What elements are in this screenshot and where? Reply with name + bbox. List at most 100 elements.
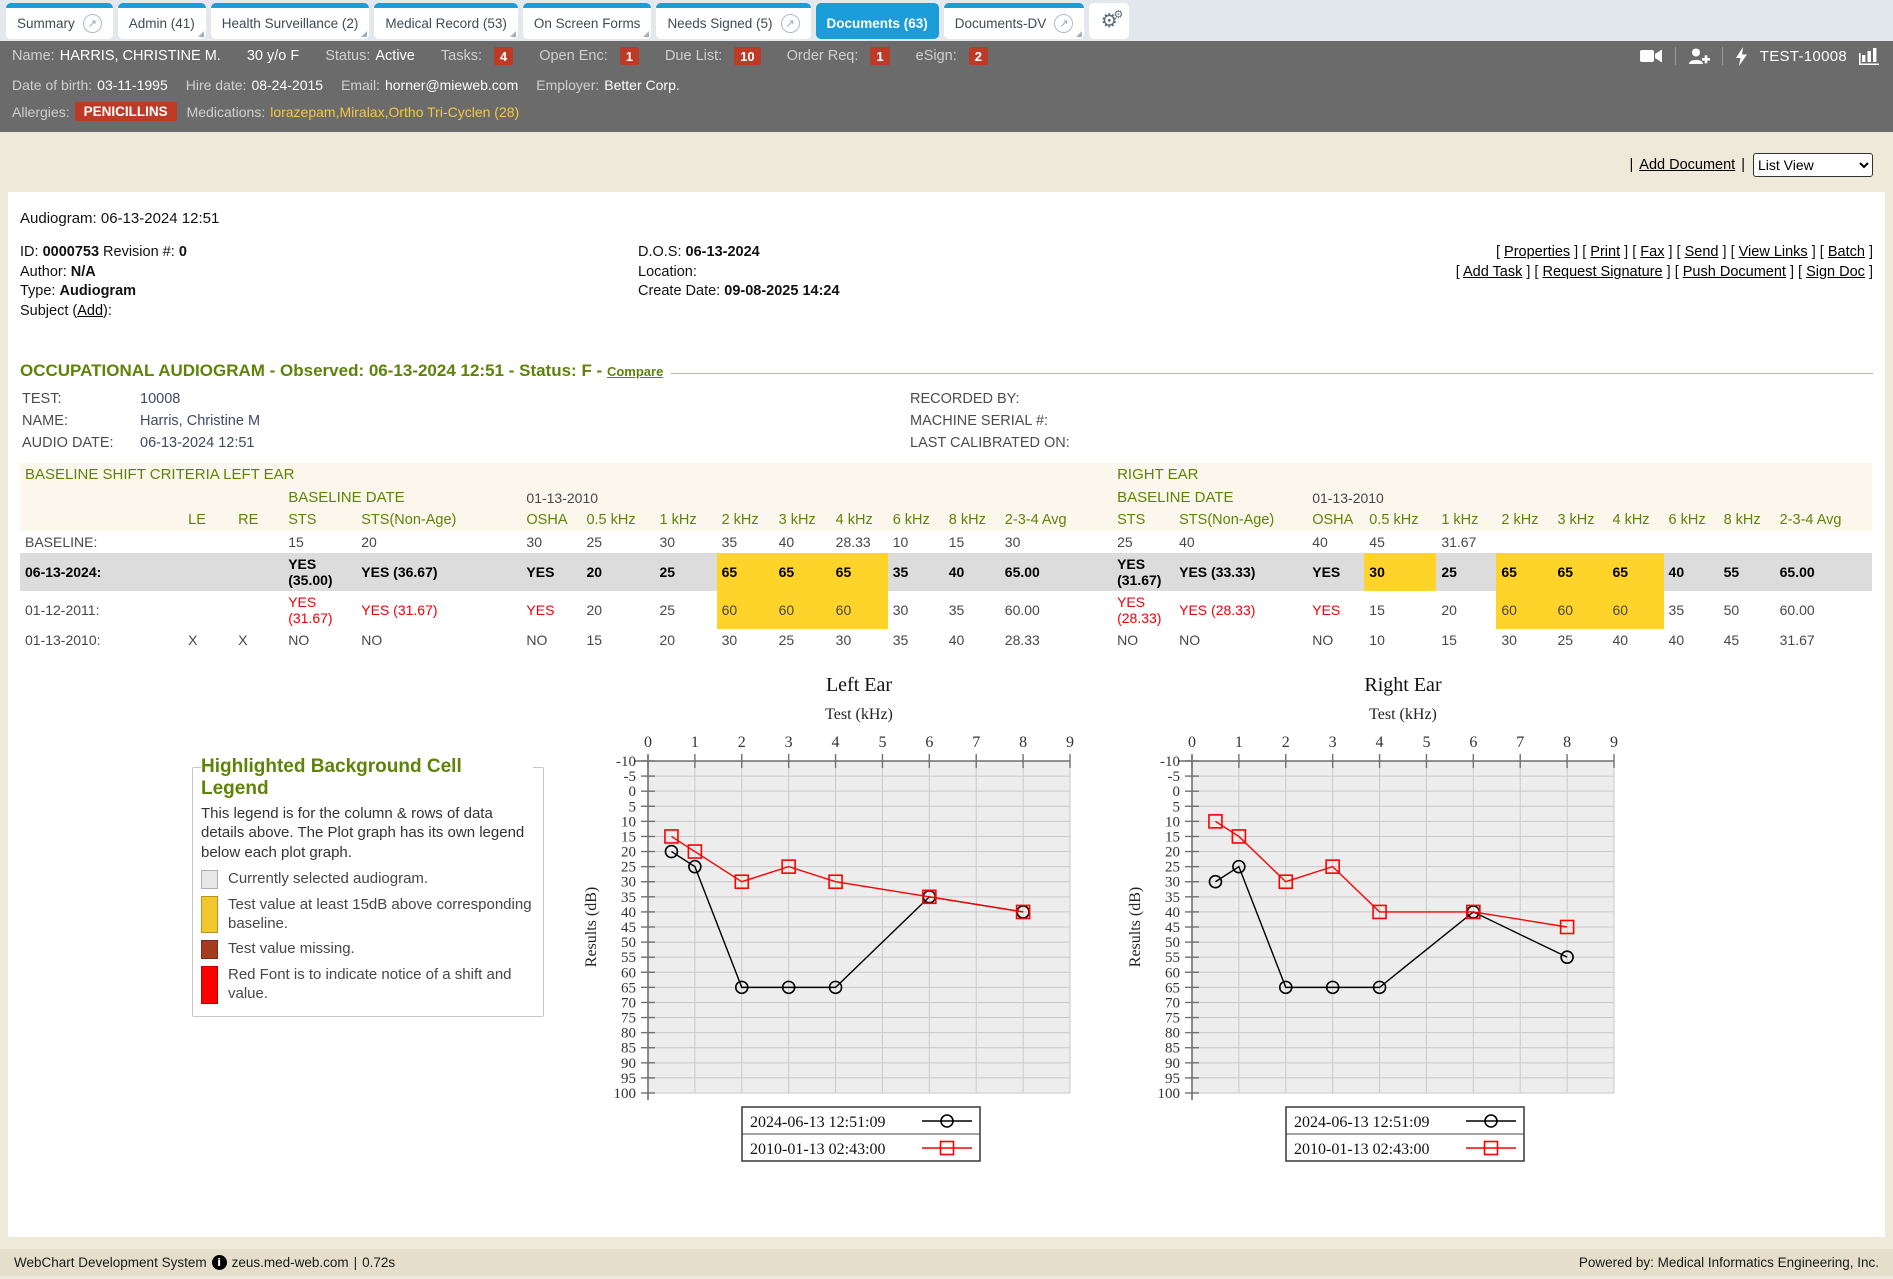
doc-action-properties[interactable]: Properties xyxy=(1504,244,1570,260)
svg-text:2010-01-13 02:43:00: 2010-01-13 02:43:00 xyxy=(1294,1141,1430,1158)
table-cell: 30 xyxy=(655,531,717,553)
document-meta-middle: D.O.S: 06-13-2024 Location: Create Date:… xyxy=(638,243,1456,321)
test-label: TEST: xyxy=(22,391,140,407)
table-cell: 65 xyxy=(831,553,888,591)
svg-text:65: 65 xyxy=(621,980,636,996)
table-cell: 40 xyxy=(1307,531,1364,553)
legend-item: Red Font is to indicate notice of a shif… xyxy=(201,966,533,1004)
svg-text:75: 75 xyxy=(621,1011,636,1027)
table-cell: 65.00 xyxy=(1775,553,1872,591)
tab-summary[interactable]: Summary↗ xyxy=(6,3,113,39)
doc-action-sign-doc[interactable]: Sign Doc xyxy=(1806,264,1865,280)
add-document-link[interactable]: Add Document xyxy=(1639,157,1735,173)
svg-text:5: 5 xyxy=(1173,799,1181,815)
table-cell: 35 xyxy=(944,591,1000,629)
create-date-value: 09-08-2025 14:24 xyxy=(724,283,839,299)
view-select[interactable]: List View xyxy=(1753,153,1873,177)
cell-legend: Highlighted Background Cell Legend This … xyxy=(192,767,544,1017)
baseline-date-label: BASELINE DATE xyxy=(283,486,521,509)
tab-needs-signed-5[interactable]: Needs Signed (5)↗ xyxy=(656,3,810,39)
tab-admin-41[interactable]: Admin (41) xyxy=(118,3,206,39)
doc-action-view-links[interactable]: View Links xyxy=(1739,244,1808,260)
revision-value: 0 xyxy=(179,244,187,260)
tab-on-screen-forms[interactable]: On Screen Forms xyxy=(523,3,652,39)
chart-icon[interactable] xyxy=(1859,47,1881,65)
table-cell: 30 xyxy=(1000,531,1112,553)
tab-documents-63[interactable]: Documents (63) xyxy=(816,3,939,39)
doc-action-print[interactable]: Print xyxy=(1590,244,1620,260)
svg-text:60: 60 xyxy=(1165,965,1180,981)
svg-text:35: 35 xyxy=(621,890,636,906)
order-req-badge[interactable]: 1 xyxy=(870,47,889,65)
svg-text:45: 45 xyxy=(621,920,636,936)
external-link-icon[interactable]: ↗ xyxy=(1054,14,1073,33)
legend-swatch xyxy=(201,940,218,959)
table-cell: 65 xyxy=(717,553,774,591)
email-value: horner@mieweb.com xyxy=(385,77,518,93)
svg-text:6: 6 xyxy=(1469,734,1477,751)
table-cell: NO xyxy=(1174,629,1307,651)
table-cell: 55 xyxy=(1719,553,1775,591)
document-toolbar: | Add Document | List View xyxy=(0,152,1873,178)
esign-badge[interactable]: 2 xyxy=(969,47,988,65)
document-id-link[interactable]: 0000753 xyxy=(43,244,99,260)
table-cell: 40 xyxy=(1607,629,1663,651)
table-cell: 40 xyxy=(1174,531,1307,553)
doc-action-send[interactable]: Send xyxy=(1685,244,1719,260)
svg-text:15: 15 xyxy=(621,829,636,845)
compare-link[interactable]: Compare xyxy=(607,364,663,379)
add-person-icon[interactable] xyxy=(1688,48,1710,65)
medication-link[interactable]: lorazepam xyxy=(270,104,335,120)
table-cell: 15 xyxy=(581,629,654,651)
tab-documents-dv[interactable]: Documents-DV↗ xyxy=(944,3,1085,39)
doc-action-request-signature[interactable]: Request Signature xyxy=(1543,264,1663,280)
tasks-badge[interactable]: 4 xyxy=(494,47,513,65)
quick-action-icon[interactable] xyxy=(1735,47,1748,66)
table-cell: 25 xyxy=(655,591,717,629)
svg-text:1: 1 xyxy=(691,734,699,751)
location-label: Location: xyxy=(638,264,697,280)
allergy-penicillins[interactable]: PENICILLINS xyxy=(75,102,177,121)
table-cell: 20 xyxy=(1436,591,1496,629)
external-link-icon[interactable]: ↗ xyxy=(781,14,800,33)
tab-health-surveillance-2[interactable]: Health Surveillance (2) xyxy=(211,3,370,39)
table-cell: 15 xyxy=(1364,591,1436,629)
svg-text:40: 40 xyxy=(621,905,636,921)
test-value: 10008 xyxy=(140,391,910,407)
medication-link[interactable]: Ortho Tri-Cyclen (28) xyxy=(388,104,519,120)
table-cell xyxy=(1664,531,1719,553)
audio-date-value: 06-13-2024 12:51 xyxy=(140,435,910,451)
svg-text:10: 10 xyxy=(621,814,636,830)
doc-action-add-task[interactable]: Add Task xyxy=(1463,264,1522,280)
settings-gear-button[interactable]: ⚙⚙ xyxy=(1089,3,1129,39)
row-date-label: 01-13-2010: xyxy=(20,629,183,651)
svg-text:85: 85 xyxy=(1165,1041,1180,1057)
column-header: OSHA xyxy=(521,509,581,531)
table-cell: YES xyxy=(1307,553,1364,591)
doc-action-batch[interactable]: Batch xyxy=(1828,244,1865,260)
doc-action-push-document[interactable]: Push Document xyxy=(1683,264,1786,280)
table-cell: YES (36.67) xyxy=(356,553,521,591)
cell-legend-description: This legend is for the column & rows of … xyxy=(201,804,533,863)
table-cell: 31.67 xyxy=(1436,531,1496,553)
doc-action-fax[interactable]: Fax xyxy=(1640,244,1664,260)
svg-text:70: 70 xyxy=(1165,995,1180,1011)
svg-text:5: 5 xyxy=(629,799,637,815)
dos-label: D.O.S: xyxy=(638,244,682,260)
open-enc-badge[interactable]: 1 xyxy=(620,47,639,65)
column-header: STS xyxy=(283,509,356,531)
tab-medical-record-53[interactable]: Medical Record (53) xyxy=(374,3,518,39)
medication-link[interactable]: Miralax xyxy=(339,104,384,120)
patient-id: TEST-10008 xyxy=(1760,48,1847,65)
info-icon[interactable]: i xyxy=(212,1255,227,1270)
type-label: Type: xyxy=(20,283,55,299)
external-link-icon[interactable]: ↗ xyxy=(83,14,102,33)
type-value: Audiogram xyxy=(60,283,137,299)
table-cell: 15 xyxy=(1436,629,1496,651)
video-call-icon[interactable] xyxy=(1640,48,1663,64)
due-list-badge[interactable]: 10 xyxy=(734,47,760,65)
dos-value: 06-13-2024 xyxy=(686,244,760,260)
last-calibrated-label: LAST CALIBRATED ON: xyxy=(910,435,1120,451)
subject-add-link[interactable]: Add xyxy=(77,303,103,319)
medications-label: Medications: xyxy=(187,104,266,120)
